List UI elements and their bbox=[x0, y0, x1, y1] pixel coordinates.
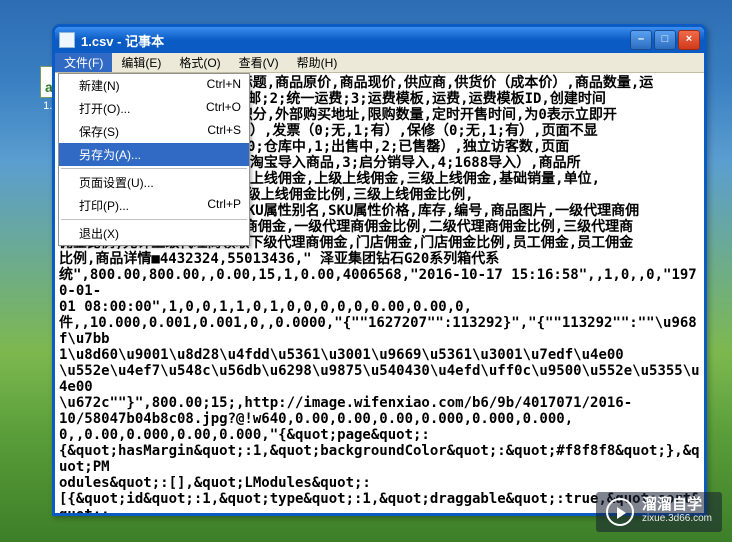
file-dropdown: 新建(N) Ctrl+N 打开(O)... Ctrl+O 保存(S) Ctrl+… bbox=[58, 73, 250, 246]
menu-shortcut: Ctrl+S bbox=[207, 123, 241, 140]
menu-item-save[interactable]: 保存(S) Ctrl+S bbox=[59, 120, 249, 143]
menu-label: 打印(P)... bbox=[79, 197, 207, 214]
menu-label: 新建(N) bbox=[79, 77, 207, 94]
menu-label: 另存为(A)... bbox=[79, 146, 241, 163]
menubar: 文件(F) 编辑(E) 格式(O) 查看(V) 帮助(H) bbox=[55, 53, 704, 73]
menu-shortcut: Ctrl+O bbox=[206, 100, 241, 117]
menu-help[interactable]: 帮助(H) bbox=[288, 53, 347, 72]
notepad-window: 1.csv - 记事本 – □ × 文件(F) 编辑(E) 格式(O) 查看(V… bbox=[52, 24, 707, 516]
menu-item-print[interactable]: 打印(P)... Ctrl+P bbox=[59, 194, 249, 217]
menu-item-new[interactable]: 新建(N) Ctrl+N bbox=[59, 74, 249, 97]
menu-format[interactable]: 格式(O) bbox=[170, 53, 229, 72]
menu-shortcut: Ctrl+P bbox=[207, 197, 241, 214]
play-icon bbox=[606, 498, 634, 526]
menu-item-save-as[interactable]: 另存为(A)... bbox=[59, 143, 249, 166]
notepad-icon bbox=[59, 32, 75, 48]
menu-label: 页面设置(U)... bbox=[79, 174, 241, 191]
menu-file[interactable]: 文件(F) bbox=[55, 53, 112, 72]
minimize-button[interactable]: – bbox=[630, 30, 652, 50]
menu-item-exit[interactable]: 退出(X) bbox=[59, 222, 249, 245]
menu-edit[interactable]: 编辑(E) bbox=[112, 53, 170, 72]
menu-label: 打开(O)... bbox=[79, 100, 206, 117]
menu-label: 保存(S) bbox=[79, 123, 207, 140]
menu-view[interactable]: 查看(V) bbox=[230, 53, 288, 72]
watermark[interactable]: 溜溜自学 zixue.3d66.com bbox=[596, 492, 722, 532]
menu-label: 退出(X) bbox=[79, 225, 241, 242]
menu-item-page-setup[interactable]: 页面设置(U)... bbox=[59, 171, 249, 194]
menu-shortcut: Ctrl+N bbox=[207, 77, 241, 94]
watermark-title: 溜溜自学 bbox=[642, 498, 712, 512]
maximize-button[interactable]: □ bbox=[654, 30, 676, 50]
close-button[interactable]: × bbox=[678, 30, 700, 50]
menu-separator bbox=[61, 219, 247, 220]
titlebar[interactable]: 1.csv - 记事本 – □ × bbox=[55, 27, 704, 53]
menu-item-open[interactable]: 打开(O)... Ctrl+O bbox=[59, 97, 249, 120]
watermark-url: zixue.3d66.com bbox=[642, 512, 712, 526]
menu-separator bbox=[61, 168, 247, 169]
window-title: 1.csv - 记事本 bbox=[81, 31, 630, 50]
